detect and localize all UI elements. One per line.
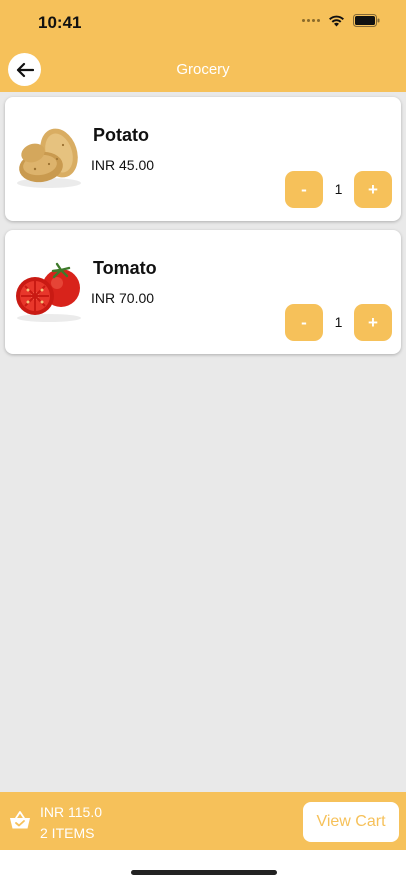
potato-image — [17, 128, 81, 188]
increase-quantity-button[interactable]: + — [354, 304, 392, 341]
signal-icon — [302, 19, 320, 22]
basket-icon — [10, 811, 30, 829]
view-cart-button[interactable]: View Cart — [303, 802, 399, 842]
increase-quantity-button[interactable]: + — [354, 171, 392, 208]
quantity-value: 1 — [334, 181, 343, 197]
wifi-icon — [328, 15, 345, 27]
status-time: 10:41 — [38, 13, 82, 32]
cart-total: INR 115.0 — [40, 804, 102, 820]
cart-summary-bar: INR 115.0 2 ITEMS View Cart — [0, 792, 406, 850]
decrease-quantity-button[interactable]: - — [285, 171, 323, 208]
product-card-potato: Potato INR 45.00 - 1 + — [5, 97, 401, 221]
product-card-tomato: Tomato INR 70.00 - 1 + — [5, 230, 401, 354]
product-price: INR 70.00 — [91, 290, 155, 306]
product-name: Tomato — [93, 258, 157, 278]
tomato-image — [16, 262, 81, 322]
product-list: Potato INR 45.00 - 1 + Tomato INR 70.00 … — [0, 92, 406, 792]
product-name: Potato — [93, 125, 149, 145]
product-price: INR 45.00 — [91, 157, 155, 173]
decrease-quantity-button[interactable]: - — [285, 304, 323, 341]
page-title: Grocery — [176, 61, 230, 78]
cart-item-count: 2 ITEMS — [40, 825, 95, 841]
quantity-value: 1 — [334, 314, 343, 330]
header-bar: 10:41 Grocery — [0, 0, 406, 92]
navigation-bar: Grocery — [0, 46, 406, 92]
home-indicator[interactable] — [131, 870, 277, 875]
battery-icon — [353, 14, 380, 27]
status-icons — [302, 14, 380, 27]
